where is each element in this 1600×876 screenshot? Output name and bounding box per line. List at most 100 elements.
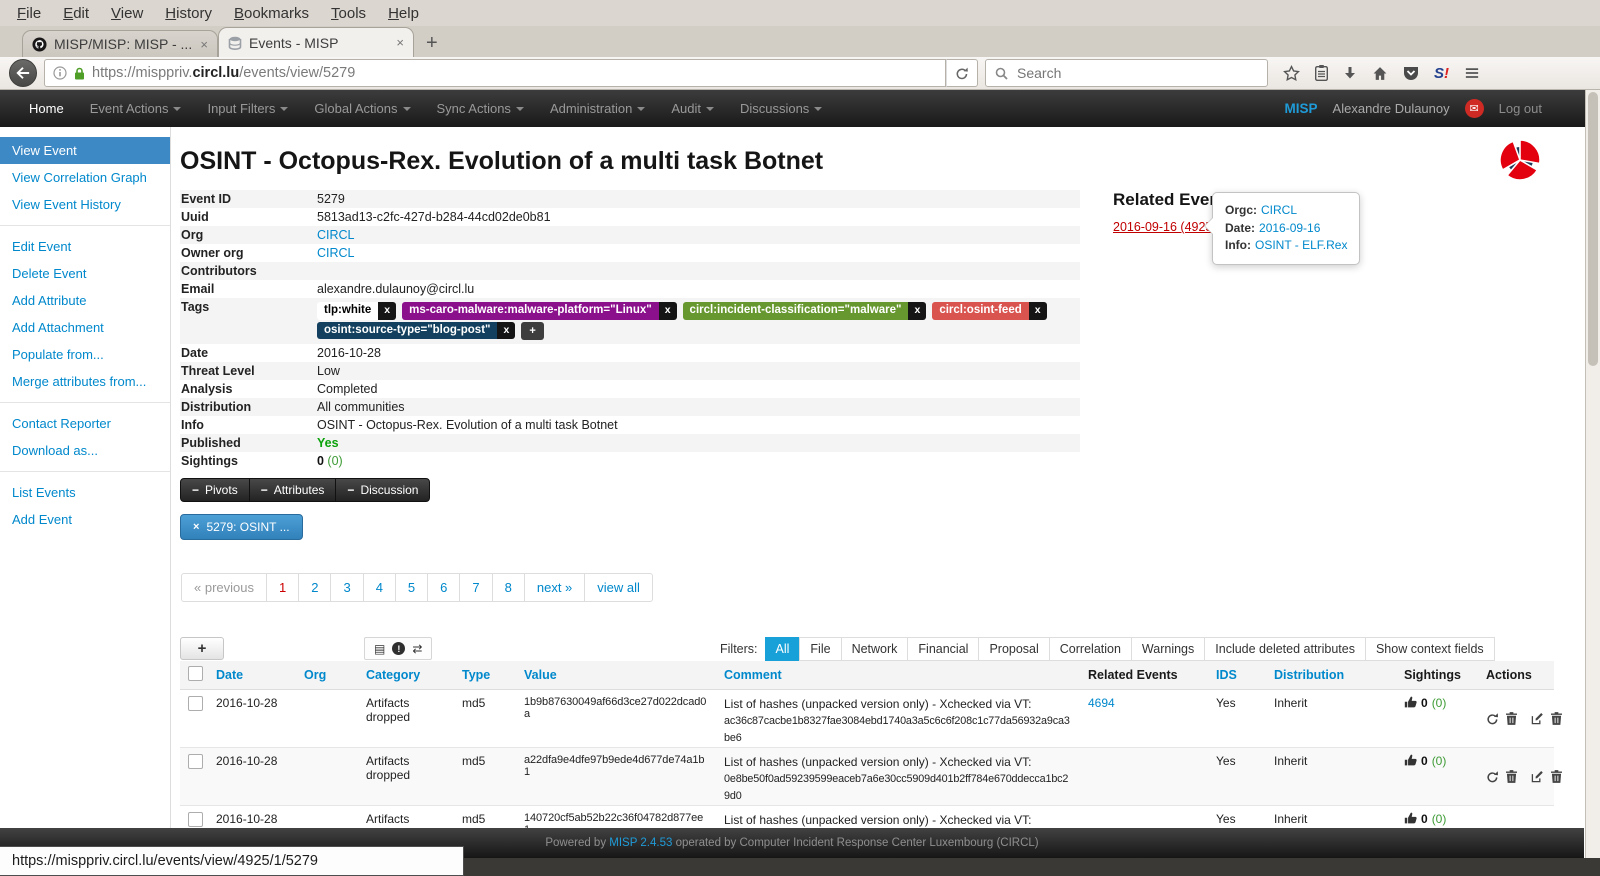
- menu-file[interactable]: File: [6, 1, 52, 26]
- filter-tab-include-deleted-attributes[interactable]: Include deleted attributes: [1204, 637, 1366, 661]
- filter-tab-show-context-fields[interactable]: Show context fields: [1364, 637, 1495, 661]
- tag-label[interactable]: ms-caro-malware:malware-platform="Linux": [402, 302, 659, 320]
- logout-link[interactable]: Log out: [1499, 101, 1542, 116]
- pagination-page-5[interactable]: 5: [394, 573, 429, 602]
- tag-label[interactable]: circl:incident-classification="malware": [682, 302, 909, 320]
- pagination-previous[interactable]: « previous: [181, 573, 267, 602]
- menu-help[interactable]: Help: [377, 1, 430, 26]
- pagination-page-1[interactable]: 1: [265, 573, 300, 602]
- sidebar-item-populate-from[interactable]: Populate from...: [0, 341, 170, 368]
- reading-list-icon[interactable]: [1315, 65, 1328, 81]
- sidebar-item-merge-attributes-from[interactable]: Merge attributes from...: [0, 368, 170, 395]
- menu-bookmarks[interactable]: Bookmarks: [223, 1, 320, 26]
- tag-label[interactable]: circl:osint-feed: [932, 302, 1029, 320]
- filter-tab-correlation[interactable]: Correlation: [1048, 637, 1132, 661]
- row-checkbox[interactable]: [188, 754, 203, 769]
- footer-version-link[interactable]: MISP 2.4.53: [609, 837, 672, 849]
- menu-history[interactable]: History: [154, 1, 223, 26]
- tooltip-info-value[interactable]: OSINT - ELF.Rex: [1255, 238, 1347, 252]
- nav-item-sync-actions[interactable]: Sync Actions: [424, 90, 537, 127]
- sidebar-item-add-attachment[interactable]: Add Attachment: [0, 314, 170, 341]
- delete-attribute-icon[interactable]: [1551, 712, 1562, 725]
- tag-remove-icon[interactable]: x: [908, 302, 927, 320]
- nav-item-discussions[interactable]: Discussions: [727, 90, 835, 127]
- pocket-icon[interactable]: [1403, 65, 1419, 81]
- shuffle-icon[interactable]: ⇄: [412, 642, 422, 656]
- sidebar-item-view-event[interactable]: View Event: [0, 137, 170, 164]
- pagination-page-2[interactable]: 2: [298, 573, 332, 602]
- current-user[interactable]: Alexandre Dulaunoy: [1333, 101, 1450, 116]
- browser-tab-events-misp[interactable]: Events - MISP ×: [218, 27, 414, 57]
- org-link[interactable]: CIRCL: [317, 228, 355, 242]
- pagination-page-7[interactable]: 7: [459, 573, 493, 602]
- filter-tab-file[interactable]: File: [799, 637, 842, 661]
- extension-s-icon[interactable]: S!: [1434, 65, 1449, 82]
- tab-close-icon[interactable]: ×: [396, 35, 404, 50]
- tag-label[interactable]: tlp:white: [317, 302, 379, 320]
- propose-edit-icon[interactable]: [1486, 770, 1499, 783]
- new-tab-button[interactable]: +: [414, 29, 450, 57]
- propose-delete-icon[interactable]: [1506, 770, 1517, 783]
- propose-edit-icon[interactable]: [1486, 712, 1499, 725]
- nav-item-audit[interactable]: Audit: [658, 90, 727, 127]
- pagination-view-all[interactable]: view all: [584, 573, 653, 602]
- info-icon[interactable]: [53, 66, 67, 80]
- misp-brand-link[interactable]: MISP: [1285, 101, 1318, 116]
- tag-remove-icon[interactable]: x: [1028, 302, 1047, 320]
- menu-view[interactable]: View: [100, 1, 154, 26]
- tag-remove-icon[interactable]: x: [497, 321, 516, 340]
- edit-attribute-icon[interactable]: [1531, 712, 1544, 725]
- list-view-icon[interactable]: ▤: [374, 642, 385, 656]
- propose-delete-icon[interactable]: [1506, 712, 1517, 725]
- bookmark-star-icon[interactable]: [1283, 64, 1300, 82]
- sidebar-item-list-events[interactable]: List Events: [0, 479, 170, 506]
- tooltip-date-value[interactable]: 2016-09-16: [1259, 221, 1320, 235]
- back-button[interactable]: [9, 59, 37, 87]
- sidebar-item-view-correlation-graph[interactable]: View Correlation Graph: [0, 164, 170, 191]
- tooltip-orgc-value[interactable]: CIRCL: [1261, 203, 1297, 217]
- reload-button[interactable]: [946, 59, 978, 87]
- toggle-pivots-button[interactable]: − Pivots: [180, 478, 250, 502]
- toggle-attributes-button[interactable]: − Attributes: [248, 478, 337, 502]
- search-box[interactable]: [985, 59, 1268, 87]
- pivot-chip[interactable]: × 5279: OSINT ...: [180, 514, 303, 540]
- tag-remove-icon[interactable]: x: [658, 302, 677, 320]
- hamburger-menu-icon[interactable]: [1464, 66, 1480, 80]
- sidebar-item-delete-event[interactable]: Delete Event: [0, 260, 170, 287]
- menu-edit[interactable]: Edit: [52, 1, 100, 26]
- filter-tab-financial[interactable]: Financial: [907, 637, 980, 661]
- pagination-page-4[interactable]: 4: [362, 573, 396, 602]
- filter-tab-all[interactable]: All: [764, 637, 801, 661]
- sidebar-item-add-attribute[interactable]: Add Attribute: [0, 287, 170, 314]
- filter-tab-warnings[interactable]: Warnings: [1130, 637, 1206, 661]
- menu-tools[interactable]: Tools: [320, 1, 377, 26]
- toggle-discussion-button[interactable]: − Discussion: [335, 478, 431, 502]
- scrollbar[interactable]: [1585, 90, 1600, 858]
- pagination-page-6[interactable]: 6: [427, 573, 461, 602]
- nav-item-event-actions[interactable]: Event Actions: [77, 90, 195, 127]
- select-all-checkbox[interactable]: [188, 666, 203, 681]
- delete-attribute-icon[interactable]: [1551, 770, 1562, 783]
- related-event-id-link[interactable]: 4694: [1088, 696, 1115, 710]
- edit-attribute-icon[interactable]: [1531, 770, 1544, 783]
- sidebar-item-view-event-history[interactable]: View Event History: [0, 191, 170, 218]
- pagination-next[interactable]: next »: [523, 573, 586, 602]
- mail-notification-badge[interactable]: ✉: [1464, 99, 1484, 118]
- filter-tab-proposal[interactable]: Proposal: [978, 637, 1050, 661]
- row-checkbox[interactable]: [188, 696, 203, 711]
- nav-item-global-actions[interactable]: Global Actions: [301, 90, 423, 127]
- nav-item-home[interactable]: Home: [16, 90, 77, 127]
- org-link[interactable]: CIRCL: [317, 246, 355, 260]
- search-input[interactable]: [1015, 64, 1258, 82]
- browser-tab-misp-misp-misp[interactable]: MISP/MISP: MISP - ... ×: [22, 30, 218, 57]
- related-event-link[interactable]: 2016-09-16 (4925): [1113, 220, 1217, 234]
- add-attribute-button[interactable]: +: [180, 637, 224, 660]
- sidebar-item-contact-reporter[interactable]: Contact Reporter: [0, 410, 170, 437]
- downloads-icon[interactable]: [1343, 66, 1357, 80]
- tag-label[interactable]: osint:source-type="blog-post": [317, 321, 498, 340]
- row-checkbox[interactable]: [188, 812, 203, 827]
- tag-remove-icon[interactable]: x: [378, 302, 397, 320]
- pagination-page-8[interactable]: 8: [491, 573, 525, 602]
- nav-item-input-filters[interactable]: Input Filters: [194, 90, 301, 127]
- lock-icon[interactable]: [74, 67, 85, 80]
